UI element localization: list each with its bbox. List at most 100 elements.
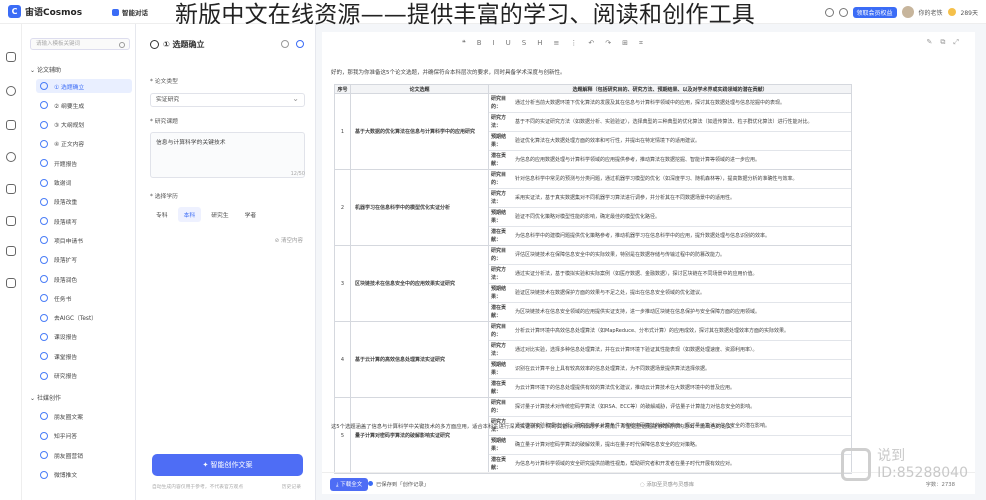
settings-icon[interactable] — [296, 40, 304, 48]
topics-table: 序号 论文选题 选题解释（包括研究目的、研究方法、预期结果、以及对学术界或实践领… — [334, 84, 852, 474]
sidebar-item-label: 去AIGC（Test） — [54, 316, 98, 323]
row-title: 基于大数据的优化算法在信息与计算科学中的应用研究 — [350, 93, 489, 170]
avatar[interactable] — [901, 6, 914, 18]
toolbar-tool-icon[interactable]: ↶ — [588, 39, 594, 48]
watermark: 说到 ID:85288040 — [841, 448, 968, 482]
toolbar-tool-icon[interactable]: ❝ — [462, 39, 466, 48]
sidebar-item[interactable]: 课堂报告 — [36, 349, 132, 363]
form-panel: ① 选题确立 * 论文类型 实证研究 * 研究课题 信息与计算科学的关键技术 1… — [136, 24, 316, 500]
explain-key: 预期结果： — [491, 286, 507, 300]
sidebar-item[interactable]: 微博推文 — [36, 468, 132, 482]
sidebar-item-label: 段落改重 — [54, 200, 78, 207]
toolbar-tool-icon[interactable]: ≡ — [554, 39, 560, 48]
toolbar-tool-icon[interactable]: H — [537, 39, 542, 48]
message-icon[interactable] — [838, 7, 848, 17]
row-explanation: 研究目的： 分析云计算环境中高效信息处理算法（如MapReduce、分布式计算）的… — [488, 321, 852, 398]
history-link[interactable]: 历史记录 — [282, 483, 301, 490]
sidebar-item[interactable]: 段落扩写 — [36, 253, 132, 267]
sidebar-item[interactable]: 致谢词 — [36, 176, 132, 190]
home-icon[interactable] — [6, 86, 16, 96]
document-panel: ❝ B I U S H ≡ ⋮ ↶ ↷ ⊞ ⌗ ✎ ⧉ ⤢ 好的，那我为你准备这5个论文选题，并确保符合本… — [322, 32, 975, 494]
explain-text: 基于不同的实证研究方法（如数据分析、实验验证），选择典型的三种典型的优化算法（如… — [515, 119, 813, 125]
item-icon — [40, 470, 48, 479]
headset-icon[interactable] — [824, 7, 834, 17]
generate-button[interactable]: ✦ 智能创作文案 — [152, 454, 303, 476]
toolbar-right-icon[interactable]: ✎ — [927, 38, 933, 47]
edit-icon[interactable] — [6, 120, 16, 130]
explain-key: 预期结果： — [491, 134, 507, 148]
toolbar-tool-icon[interactable]: U — [506, 39, 511, 48]
sidebar-item[interactable]: 段落改重 — [36, 195, 132, 209]
sidebar-item[interactable]: ④ 正文内容 — [36, 137, 132, 151]
group-paper[interactable]: ⌄ 论文辅助 — [30, 65, 61, 74]
sidebar-item[interactable]: 开题报告 — [36, 156, 132, 170]
level-chip[interactable]: 专科 — [150, 207, 174, 222]
item-icon — [40, 313, 48, 322]
level-label: * 选择学历 — [150, 194, 178, 200]
sidebar-item[interactable]: 段落续写 — [36, 214, 132, 228]
top-bar: C 宙语Cosmos 智能对话 新版中文在线资源——提供丰富的学习、阅读和创作工具… — [0, 0, 986, 28]
level-chip[interactable]: 研究生 — [205, 207, 235, 222]
toolbar-tool-icon[interactable]: ⊞ — [622, 39, 628, 48]
sidebar-item[interactable]: ① 选题确立 — [36, 79, 132, 93]
toolbar-tool-icon[interactable]: B — [477, 39, 482, 48]
table-row: 1 基于大数据的优化算法在信息与计算科学中的应用研究 研究目的： 通过分析当前大数据环… — [334, 93, 852, 170]
clear-button[interactable]: ⊘ 清空内容 — [275, 236, 303, 244]
toolbar-right-icon[interactable]: ⤢ — [953, 38, 959, 47]
heart-icon[interactable] — [281, 40, 289, 48]
row-number: 4 — [334, 321, 351, 398]
explain-line: 研究目的： 通过分析当前大数据环境下优化算法的发展及其在信息与计算科学领域中的应用… — [489, 94, 851, 113]
sidebar-item[interactable]: 去AIGC（Test） — [36, 311, 132, 325]
explain-key: 研究目的： — [491, 172, 507, 186]
add-inspiration-link[interactable]: ◌ 添加至灵感与灵感库 — [640, 480, 694, 488]
sidebar-item[interactable]: 项目申请书 — [36, 233, 132, 247]
sidebar-item[interactable]: 朋友圈文案 — [36, 409, 132, 423]
toolbar-tool-icon[interactable]: S — [522, 39, 526, 48]
toolbar-tool-icon[interactable]: I — [493, 39, 495, 48]
download-button[interactable]: ⤓ 下载全文 — [330, 478, 369, 491]
explain-text: 通过实证分析法，基于模拟实验和实际案例（如医疗数据、金融数据），探讨区块链在不同… — [515, 271, 758, 277]
app-logo[interactable]: C 宙语Cosmos — [8, 5, 82, 18]
level-chip[interactable]: 本科 — [177, 207, 202, 222]
item-icon — [40, 255, 48, 264]
toolbar-tool-icon[interactable]: ⋮ — [570, 39, 577, 48]
sidebar-item[interactable]: 知乎问答 — [36, 429, 132, 443]
sidebar-item-label: ③ 大纲规划 — [54, 123, 85, 130]
explain-text: 为区块链技术在信息安全领域的应用提供实证支持，进一步推动区块链在信息保护与安全保… — [515, 309, 761, 315]
sidebar-item[interactable]: 研究报告 — [36, 369, 132, 383]
sidebar-item[interactable]: ③ 大纲规划 — [36, 118, 132, 132]
level-chips: 专科 本科 研究生 学者 — [150, 207, 263, 222]
archive-icon[interactable] — [6, 278, 16, 288]
member-badge[interactable]: 领取会员权益 — [852, 6, 897, 18]
sidebar-item[interactable]: 任务书 — [36, 291, 132, 305]
folder-icon[interactable] — [6, 216, 16, 226]
bulb-icon[interactable] — [6, 152, 16, 162]
doc-conclusion: 这5个选题涵盖了信息与计算科学中关键技术的多方面应用，适合本科生进行深入实证研究… — [331, 424, 737, 430]
toolbar-tool-icon[interactable]: ⌗ — [639, 39, 643, 48]
sidebar-item-label: 段落润色 — [54, 277, 78, 284]
toolbar-right-icon[interactable]: ⧉ — [940, 38, 945, 47]
col-no: 序号 — [334, 84, 351, 94]
disclaimer: 自动生成内容仅用于参考，不代表官方观点 — [152, 485, 244, 490]
sidebar-item[interactable]: 课设报告 — [36, 330, 132, 344]
nav-smart-chat[interactable]: 智能对话 — [112, 7, 148, 17]
paper-type-select[interactable]: 实证研究 — [150, 92, 305, 107]
explain-line: 预期结果： 验证不同优化策略对模型性能的影响，确定最佳的模型优化路径。 — [489, 208, 851, 227]
group-social[interactable]: ⌄ 社媒创作 — [30, 393, 61, 402]
sidebar-item[interactable]: 朋友圈营销 — [36, 448, 132, 462]
topic-textarea[interactable]: 信息与计算科学的关键技术 — [150, 132, 305, 178]
toolbar-tool-icon[interactable]: ↷ — [605, 39, 611, 48]
explain-line: 潜在贡献： 为云计算环境下的信息处理提供有效的算法优化建议，推动云计算技术在大数据… — [489, 379, 851, 397]
explain-key: 预期结果： — [491, 438, 507, 452]
template-search-input[interactable]: 请输入模板关键词 — [30, 38, 130, 50]
user-name: 你的老铁 — [918, 9, 943, 17]
step-icon — [150, 40, 159, 49]
level-chip[interactable]: 学者 — [238, 207, 263, 222]
add-icon[interactable] — [6, 52, 16, 62]
sidebar-item-label: 段落扩写 — [54, 258, 78, 265]
tv-icon[interactable] — [6, 246, 16, 256]
sidebar-item[interactable]: 段落润色 — [36, 272, 132, 286]
table-row: 3 区块链技术在信息安全中的应用效果实证研究 研究目的： 评估区块链技术在保障信息安全… — [334, 245, 852, 322]
book-icon[interactable] — [6, 184, 16, 194]
sidebar-item[interactable]: ② 纲要生成 — [36, 98, 132, 112]
